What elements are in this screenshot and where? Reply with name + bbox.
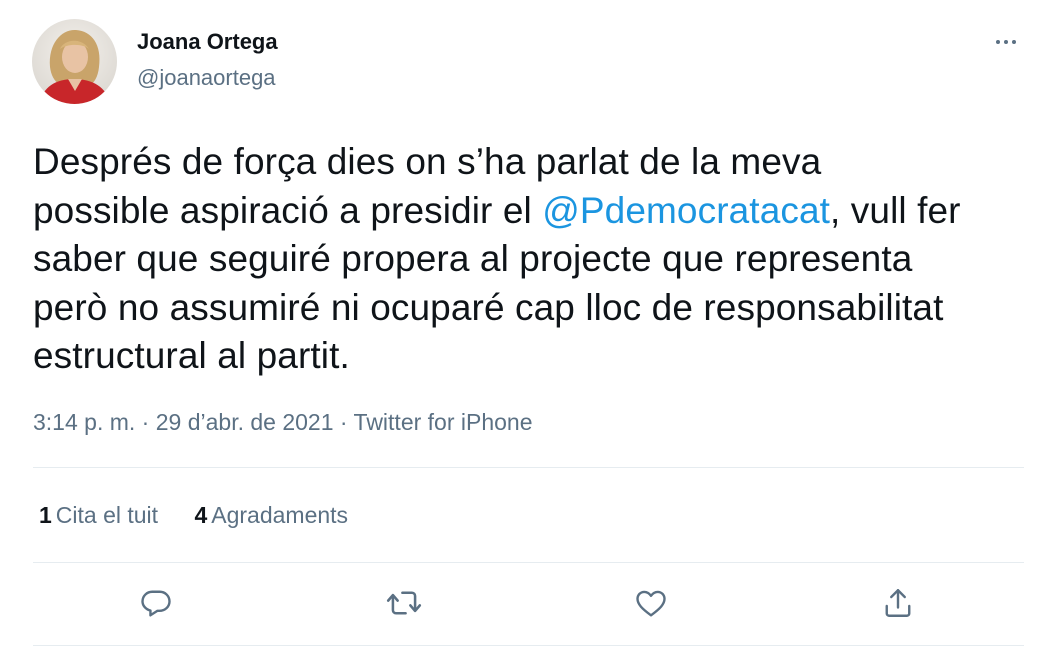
retweet-icon — [386, 591, 422, 615]
more-icon-dot — [1012, 40, 1016, 44]
tweet-text-line: Després de força dies on s’ha parlat de … — [33, 141, 822, 182]
tweet-source-link[interactable]: Twitter for iPhone — [354, 409, 533, 435]
quote-tweets-stat[interactable]: 1 Cita el tuit — [39, 502, 158, 529]
reply-button[interactable] — [136, 583, 176, 623]
meta-separator: · — [333, 409, 354, 435]
likes-label: Agradaments — [211, 502, 349, 528]
tweet-text-line: possible aspiració a presidir el @Pdemoc… — [33, 187, 1023, 236]
tweet-text-line: saber que seguiré propera al projecte qu… — [33, 238, 913, 279]
like-icon — [636, 590, 666, 617]
tweet-text: Després de força dies on s’ha parlat de … — [33, 138, 1023, 381]
tweet-date[interactable]: 29 d’abr. de 2021 — [156, 409, 334, 435]
likes-stat[interactable]: 4 Agradaments — [194, 502, 348, 529]
tweet-text-fragment: , vull fer — [830, 189, 961, 231]
divider — [33, 562, 1024, 563]
divider — [33, 645, 1024, 646]
share-button[interactable] — [878, 583, 918, 623]
quote-tweets-label: Cita el tuit — [55, 502, 159, 528]
quote-tweets-count: 1 — [39, 502, 52, 528]
tweet-text-line: però no assumiré ni ocuparé cap lloc de … — [33, 286, 944, 328]
divider — [33, 467, 1024, 468]
tweet-metadata: 3:14 p. m. · 29 d’abr. de 2021 · Twitter… — [33, 409, 533, 436]
author-avatar[interactable] — [32, 19, 117, 104]
tweet-card: Joana Ortega @joanaortega Després de for… — [0, 0, 1052, 659]
share-icon — [885, 589, 911, 617]
more-options-button[interactable] — [986, 28, 1026, 56]
engagement-stats: 1 Cita el tuit 4 Agradaments — [39, 502, 378, 529]
meta-separator: · — [135, 409, 156, 435]
mention-link[interactable]: @Pdemocratacat — [542, 190, 830, 231]
tweet-text-line: estructural al partit. — [33, 335, 350, 376]
tweet-time[interactable]: 3:14 p. m. — [33, 409, 135, 435]
reply-icon — [141, 590, 171, 617]
author-handle[interactable]: @joanaortega — [137, 65, 276, 91]
retweet-button[interactable] — [384, 583, 424, 623]
author-name[interactable]: Joana Ortega — [137, 29, 278, 55]
like-button[interactable] — [631, 583, 671, 623]
more-icon — [996, 40, 1000, 44]
avatar-image — [32, 19, 117, 104]
more-icon-dot — [1004, 40, 1008, 44]
likes-count: 4 — [194, 502, 208, 528]
tweet-text-fragment: possible aspiració a presidir el — [33, 189, 543, 231]
